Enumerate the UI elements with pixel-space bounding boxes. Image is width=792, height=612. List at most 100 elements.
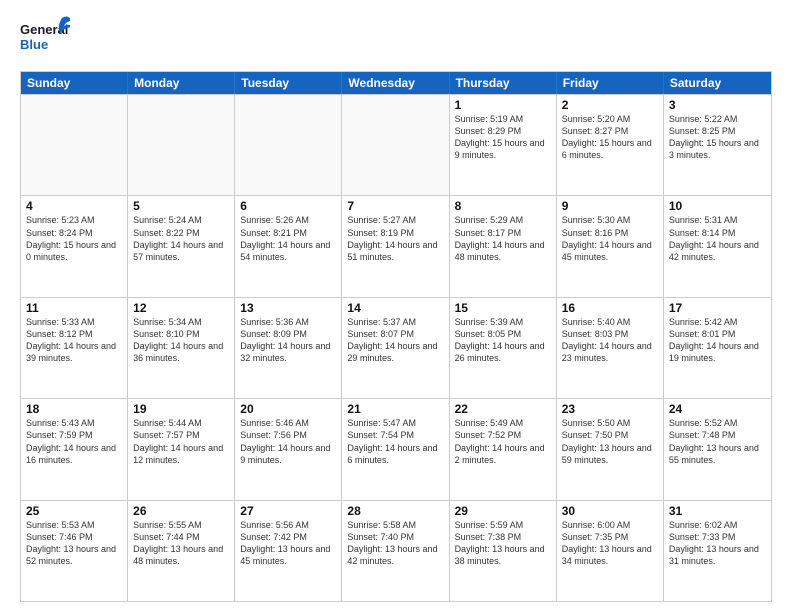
day-info: Sunrise: 6:02 AM Sunset: 7:33 PM Dayligh… bbox=[669, 519, 766, 568]
calendar-cell: 25Sunrise: 5:53 AM Sunset: 7:46 PM Dayli… bbox=[21, 501, 128, 601]
calendar-row-4: 18Sunrise: 5:43 AM Sunset: 7:59 PM Dayli… bbox=[21, 398, 771, 499]
day-number: 18 bbox=[26, 402, 122, 416]
day-number: 26 bbox=[133, 504, 229, 518]
calendar-cell: 26Sunrise: 5:55 AM Sunset: 7:44 PM Dayli… bbox=[128, 501, 235, 601]
day-info: Sunrise: 5:43 AM Sunset: 7:59 PM Dayligh… bbox=[26, 417, 122, 466]
day-info: Sunrise: 5:33 AM Sunset: 8:12 PM Dayligh… bbox=[26, 316, 122, 365]
day-number: 4 bbox=[26, 199, 122, 213]
day-number: 12 bbox=[133, 301, 229, 315]
calendar-row-3: 11Sunrise: 5:33 AM Sunset: 8:12 PM Dayli… bbox=[21, 297, 771, 398]
calendar-row-5: 25Sunrise: 5:53 AM Sunset: 7:46 PM Dayli… bbox=[21, 500, 771, 601]
day-info: Sunrise: 5:36 AM Sunset: 8:09 PM Dayligh… bbox=[240, 316, 336, 365]
day-info: Sunrise: 5:39 AM Sunset: 8:05 PM Dayligh… bbox=[455, 316, 551, 365]
calendar-cell bbox=[235, 95, 342, 195]
header: General Blue bbox=[20, 16, 772, 61]
day-number: 19 bbox=[133, 402, 229, 416]
calendar-cell: 20Sunrise: 5:46 AM Sunset: 7:56 PM Dayli… bbox=[235, 399, 342, 499]
calendar-body: 1Sunrise: 5:19 AM Sunset: 8:29 PM Daylig… bbox=[21, 94, 771, 601]
calendar-cell: 13Sunrise: 5:36 AM Sunset: 8:09 PM Dayli… bbox=[235, 298, 342, 398]
day-number: 3 bbox=[669, 98, 766, 112]
day-info: Sunrise: 5:44 AM Sunset: 7:57 PM Dayligh… bbox=[133, 417, 229, 466]
day-info: Sunrise: 5:58 AM Sunset: 7:40 PM Dayligh… bbox=[347, 519, 443, 568]
calendar-cell: 10Sunrise: 5:31 AM Sunset: 8:14 PM Dayli… bbox=[664, 196, 771, 296]
calendar-cell: 22Sunrise: 5:49 AM Sunset: 7:52 PM Dayli… bbox=[450, 399, 557, 499]
general-blue-bird-icon: General Blue bbox=[20, 16, 70, 61]
calendar-cell: 15Sunrise: 5:39 AM Sunset: 8:05 PM Dayli… bbox=[450, 298, 557, 398]
calendar-cell: 6Sunrise: 5:26 AM Sunset: 8:21 PM Daylig… bbox=[235, 196, 342, 296]
day-info: Sunrise: 5:31 AM Sunset: 8:14 PM Dayligh… bbox=[669, 214, 766, 263]
calendar-row-2: 4Sunrise: 5:23 AM Sunset: 8:24 PM Daylig… bbox=[21, 195, 771, 296]
calendar-cell: 21Sunrise: 5:47 AM Sunset: 7:54 PM Dayli… bbox=[342, 399, 449, 499]
day-info: Sunrise: 5:55 AM Sunset: 7:44 PM Dayligh… bbox=[133, 519, 229, 568]
day-info: Sunrise: 5:47 AM Sunset: 7:54 PM Dayligh… bbox=[347, 417, 443, 466]
calendar-row-1: 1Sunrise: 5:19 AM Sunset: 8:29 PM Daylig… bbox=[21, 94, 771, 195]
day-header-saturday: Saturday bbox=[664, 72, 771, 94]
day-number: 9 bbox=[562, 199, 658, 213]
day-info: Sunrise: 5:42 AM Sunset: 8:01 PM Dayligh… bbox=[669, 316, 766, 365]
day-info: Sunrise: 5:53 AM Sunset: 7:46 PM Dayligh… bbox=[26, 519, 122, 568]
day-number: 10 bbox=[669, 199, 766, 213]
day-number: 23 bbox=[562, 402, 658, 416]
day-number: 25 bbox=[26, 504, 122, 518]
calendar-cell: 7Sunrise: 5:27 AM Sunset: 8:19 PM Daylig… bbox=[342, 196, 449, 296]
calendar-cell: 31Sunrise: 6:02 AM Sunset: 7:33 PM Dayli… bbox=[664, 501, 771, 601]
page: General Blue SundayMondayTuesdayWednesda… bbox=[0, 0, 792, 612]
day-number: 27 bbox=[240, 504, 336, 518]
day-number: 8 bbox=[455, 199, 551, 213]
calendar-cell: 2Sunrise: 5:20 AM Sunset: 8:27 PM Daylig… bbox=[557, 95, 664, 195]
logo-container: General Blue bbox=[20, 16, 70, 61]
day-number: 5 bbox=[133, 199, 229, 213]
day-number: 30 bbox=[562, 504, 658, 518]
calendar-cell bbox=[128, 95, 235, 195]
day-number: 21 bbox=[347, 402, 443, 416]
day-number: 20 bbox=[240, 402, 336, 416]
calendar-cell: 8Sunrise: 5:29 AM Sunset: 8:17 PM Daylig… bbox=[450, 196, 557, 296]
logo-icon-area: General Blue bbox=[20, 16, 70, 61]
day-info: Sunrise: 5:22 AM Sunset: 8:25 PM Dayligh… bbox=[669, 113, 766, 162]
day-number: 29 bbox=[455, 504, 551, 518]
day-number: 17 bbox=[669, 301, 766, 315]
svg-text:Blue: Blue bbox=[20, 37, 48, 52]
day-number: 24 bbox=[669, 402, 766, 416]
calendar-cell bbox=[21, 95, 128, 195]
day-number: 6 bbox=[240, 199, 336, 213]
calendar-cell: 4Sunrise: 5:23 AM Sunset: 8:24 PM Daylig… bbox=[21, 196, 128, 296]
calendar-cell: 14Sunrise: 5:37 AM Sunset: 8:07 PM Dayli… bbox=[342, 298, 449, 398]
day-number: 22 bbox=[455, 402, 551, 416]
day-info: Sunrise: 5:56 AM Sunset: 7:42 PM Dayligh… bbox=[240, 519, 336, 568]
day-info: Sunrise: 5:20 AM Sunset: 8:27 PM Dayligh… bbox=[562, 113, 658, 162]
calendar-cell: 17Sunrise: 5:42 AM Sunset: 8:01 PM Dayli… bbox=[664, 298, 771, 398]
day-number: 16 bbox=[562, 301, 658, 315]
day-number: 1 bbox=[455, 98, 551, 112]
calendar-cell: 9Sunrise: 5:30 AM Sunset: 8:16 PM Daylig… bbox=[557, 196, 664, 296]
day-info: Sunrise: 5:37 AM Sunset: 8:07 PM Dayligh… bbox=[347, 316, 443, 365]
day-info: Sunrise: 5:52 AM Sunset: 7:48 PM Dayligh… bbox=[669, 417, 766, 466]
day-info: Sunrise: 5:23 AM Sunset: 8:24 PM Dayligh… bbox=[26, 214, 122, 263]
day-info: Sunrise: 5:19 AM Sunset: 8:29 PM Dayligh… bbox=[455, 113, 551, 162]
day-header-tuesday: Tuesday bbox=[235, 72, 342, 94]
calendar-cell: 16Sunrise: 5:40 AM Sunset: 8:03 PM Dayli… bbox=[557, 298, 664, 398]
day-number: 15 bbox=[455, 301, 551, 315]
day-info: Sunrise: 5:34 AM Sunset: 8:10 PM Dayligh… bbox=[133, 316, 229, 365]
day-number: 14 bbox=[347, 301, 443, 315]
logo: General Blue bbox=[20, 16, 110, 61]
day-number: 11 bbox=[26, 301, 122, 315]
calendar-cell: 11Sunrise: 5:33 AM Sunset: 8:12 PM Dayli… bbox=[21, 298, 128, 398]
day-header-wednesday: Wednesday bbox=[342, 72, 449, 94]
day-header-thursday: Thursday bbox=[450, 72, 557, 94]
day-number: 7 bbox=[347, 199, 443, 213]
calendar: SundayMondayTuesdayWednesdayThursdayFrid… bbox=[20, 71, 772, 602]
day-number: 28 bbox=[347, 504, 443, 518]
day-info: Sunrise: 5:26 AM Sunset: 8:21 PM Dayligh… bbox=[240, 214, 336, 263]
day-info: Sunrise: 5:30 AM Sunset: 8:16 PM Dayligh… bbox=[562, 214, 658, 263]
day-info: Sunrise: 5:27 AM Sunset: 8:19 PM Dayligh… bbox=[347, 214, 443, 263]
day-info: Sunrise: 5:50 AM Sunset: 7:50 PM Dayligh… bbox=[562, 417, 658, 466]
calendar-cell: 23Sunrise: 5:50 AM Sunset: 7:50 PM Dayli… bbox=[557, 399, 664, 499]
day-header-sunday: Sunday bbox=[21, 72, 128, 94]
day-number: 13 bbox=[240, 301, 336, 315]
calendar-cell: 24Sunrise: 5:52 AM Sunset: 7:48 PM Dayli… bbox=[664, 399, 771, 499]
day-info: Sunrise: 6:00 AM Sunset: 7:35 PM Dayligh… bbox=[562, 519, 658, 568]
calendar-cell bbox=[342, 95, 449, 195]
day-info: Sunrise: 5:40 AM Sunset: 8:03 PM Dayligh… bbox=[562, 316, 658, 365]
calendar-cell: 18Sunrise: 5:43 AM Sunset: 7:59 PM Dayli… bbox=[21, 399, 128, 499]
